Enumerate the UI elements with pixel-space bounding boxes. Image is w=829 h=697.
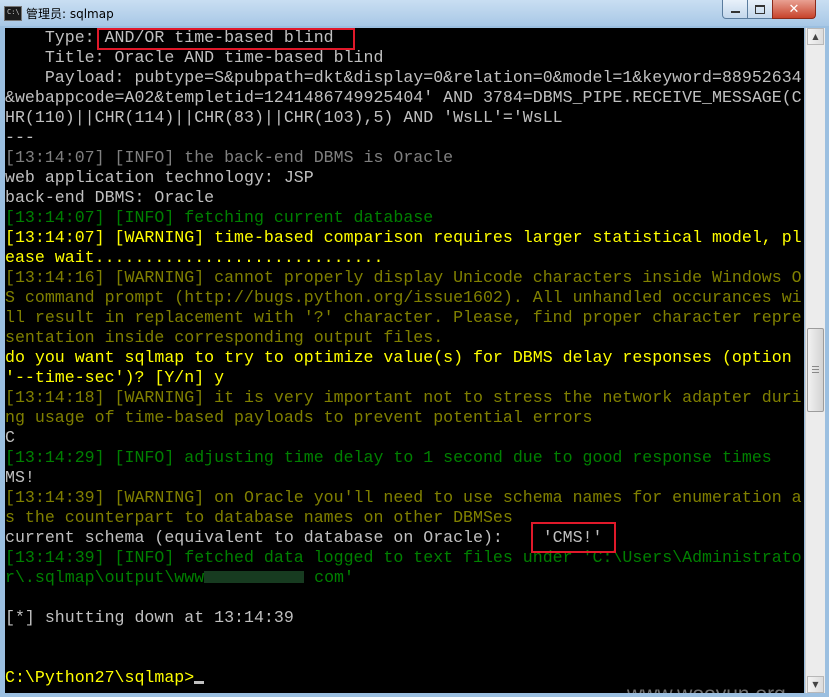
console-line: [13:14:18] [WARNING] it is very importan…	[5, 388, 802, 408]
console-line-text: [13:14:07] [INFO] fetching current datab…	[5, 208, 434, 227]
console-line-text: Title: Oracle AND time-based blind	[5, 48, 384, 67]
console-line: [13:14:29] [INFO] adjusting time delay t…	[5, 448, 802, 468]
scroll-thumb[interactable]	[807, 328, 824, 412]
console-line: web application technology: JSP	[5, 168, 802, 188]
console-line: sentation inside corresponding output fi…	[5, 328, 802, 348]
console-line: current schema (equivalent to database o…	[5, 528, 802, 548]
console-line-suffix: com'	[304, 568, 354, 587]
type-highlight-box	[97, 28, 355, 50]
console-line-text: HR(110)||CHR(114)||CHR(83)||CHR(103),5) …	[5, 108, 563, 127]
console-line: [13:14:07] [WARNING] time-based comparis…	[5, 228, 802, 248]
close-button[interactable]: ✕	[772, 0, 816, 19]
console-line: Title: Oracle AND time-based blind	[5, 48, 802, 68]
console-line-text: [13:14:29] [INFO] adjusting time delay t…	[5, 448, 772, 467]
console-line-text: [13:14:16] [WARNING] cannot properly dis…	[5, 268, 802, 287]
app-icon-text: C:\	[7, 8, 20, 16]
console-line-text: [*] shutting down at 13:14:39	[5, 608, 294, 627]
console-line-text: [13:14:39] [INFO] fetched data logged to…	[5, 548, 802, 567]
window-title: 管理员: sqlmap	[26, 7, 114, 21]
console-line-text: r\.sqlmap\output\www	[5, 568, 205, 587]
maximize-icon	[755, 4, 765, 14]
watermark: www.wooyun.org	[627, 683, 786, 693]
console-line: HR(110)||CHR(114)||CHR(83)||CHR(103),5) …	[5, 108, 802, 128]
console-line-text: current schema (equivalent to database o…	[5, 528, 603, 547]
console-line-text: C:\Python27\sqlmap>	[5, 668, 195, 687]
console-line: [13:14:07] [INFO] fetching current datab…	[5, 208, 802, 228]
text-cursor	[194, 681, 205, 684]
maximize-button[interactable]	[747, 0, 773, 19]
close-icon: ✕	[788, 1, 800, 17]
console-line-text: [13:14:18] [WARNING] it is very importan…	[5, 388, 802, 407]
console-line: Payload: pubtype=S&pubpath=dkt&display=0…	[5, 68, 802, 88]
minimize-button[interactable]	[722, 0, 748, 19]
console-line: do you want sqlmap to try to optimize va…	[5, 348, 802, 368]
console-line: r\.sqlmap\output\www com'	[5, 568, 802, 588]
console-line: C	[5, 428, 802, 448]
console-line: ll result in replacement with '?' charac…	[5, 308, 802, 328]
scroll-down-button[interactable]: ▼	[807, 676, 824, 693]
console-line-text: C	[5, 428, 15, 447]
console-line: s the counterpart to database names on o…	[5, 508, 802, 528]
console-lines: Type: AND/OR time-based blind Title: Ora…	[5, 28, 802, 688]
console-line-text: &webappcode=A02&templetid=12414867499254…	[5, 88, 802, 107]
console-line-text: ease wait.............................	[5, 248, 384, 267]
console-line-text: back-end DBMS: Oracle	[5, 188, 215, 207]
console-line: [13:14:39] [WARNING] on Oracle you'll ne…	[5, 488, 802, 508]
console-line: [13:14:07] [INFO] the back-end DBMS is O…	[5, 148, 802, 168]
redacted-domain	[204, 571, 305, 583]
console-line: back-end DBMS: Oracle	[5, 188, 802, 208]
console-line: ease wait.............................	[5, 248, 802, 268]
console-line: ng usage of time-based payloads to preve…	[5, 408, 802, 428]
console-app-icon[interactable]: C:\	[4, 6, 22, 21]
console-output[interactable]: Type: AND/OR time-based blind Title: Ora…	[5, 28, 804, 693]
console-line-text: [13:14:39] [WARNING] on Oracle you'll ne…	[5, 488, 802, 507]
console-line: [13:14:16] [WARNING] cannot properly dis…	[5, 268, 802, 288]
command-prompt-window: C:\ 管理员: sqlmap ✕ Type: AND/OR time-base…	[0, 0, 829, 697]
console-line: [*] shutting down at 13:14:39	[5, 608, 802, 628]
console-line: ---	[5, 128, 802, 148]
console-line-text: do you want sqlmap to try to optimize va…	[5, 348, 792, 367]
console-line-text: MS!	[5, 468, 35, 487]
vertical-scrollbar[interactable]: ▲ ▼	[805, 28, 825, 693]
title-bar[interactable]: C:\ 管理员: sqlmap ✕	[0, 0, 829, 26]
console-line-text: web application technology: JSP	[5, 168, 314, 187]
console-line-text: ll result in replacement with '?' charac…	[5, 308, 802, 327]
console-line: &webappcode=A02&templetid=12414867499254…	[5, 88, 802, 108]
console-line: [13:14:39] [INFO] fetched data logged to…	[5, 548, 802, 568]
console-line-text: s the counterpart to database names on o…	[5, 508, 513, 527]
minimize-icon	[730, 11, 740, 13]
console-line-text: S command prompt (http://bugs.python.org…	[5, 288, 802, 307]
console-line-text: [13:14:07] [INFO] the back-end DBMS is O…	[5, 148, 454, 167]
console-line: MS!	[5, 468, 802, 488]
scroll-up-button[interactable]: ▲	[807, 28, 824, 45]
console-line-text: sentation inside corresponding output fi…	[5, 328, 444, 347]
console-line-text: ---	[5, 128, 35, 147]
schema-highlight-box	[531, 522, 616, 553]
console-line: '--time-sec')? [Y/n] y	[5, 368, 802, 388]
console-line-text: [13:14:07] [WARNING] time-based comparis…	[5, 228, 802, 247]
console-line-text: Payload: pubtype=S&pubpath=dkt&display=0…	[5, 68, 802, 87]
console-line-text: ng usage of time-based payloads to preve…	[5, 408, 593, 427]
console-line-text: '--time-sec')? [Y/n] y	[5, 368, 225, 387]
console-line: S command prompt (http://bugs.python.org…	[5, 288, 802, 308]
